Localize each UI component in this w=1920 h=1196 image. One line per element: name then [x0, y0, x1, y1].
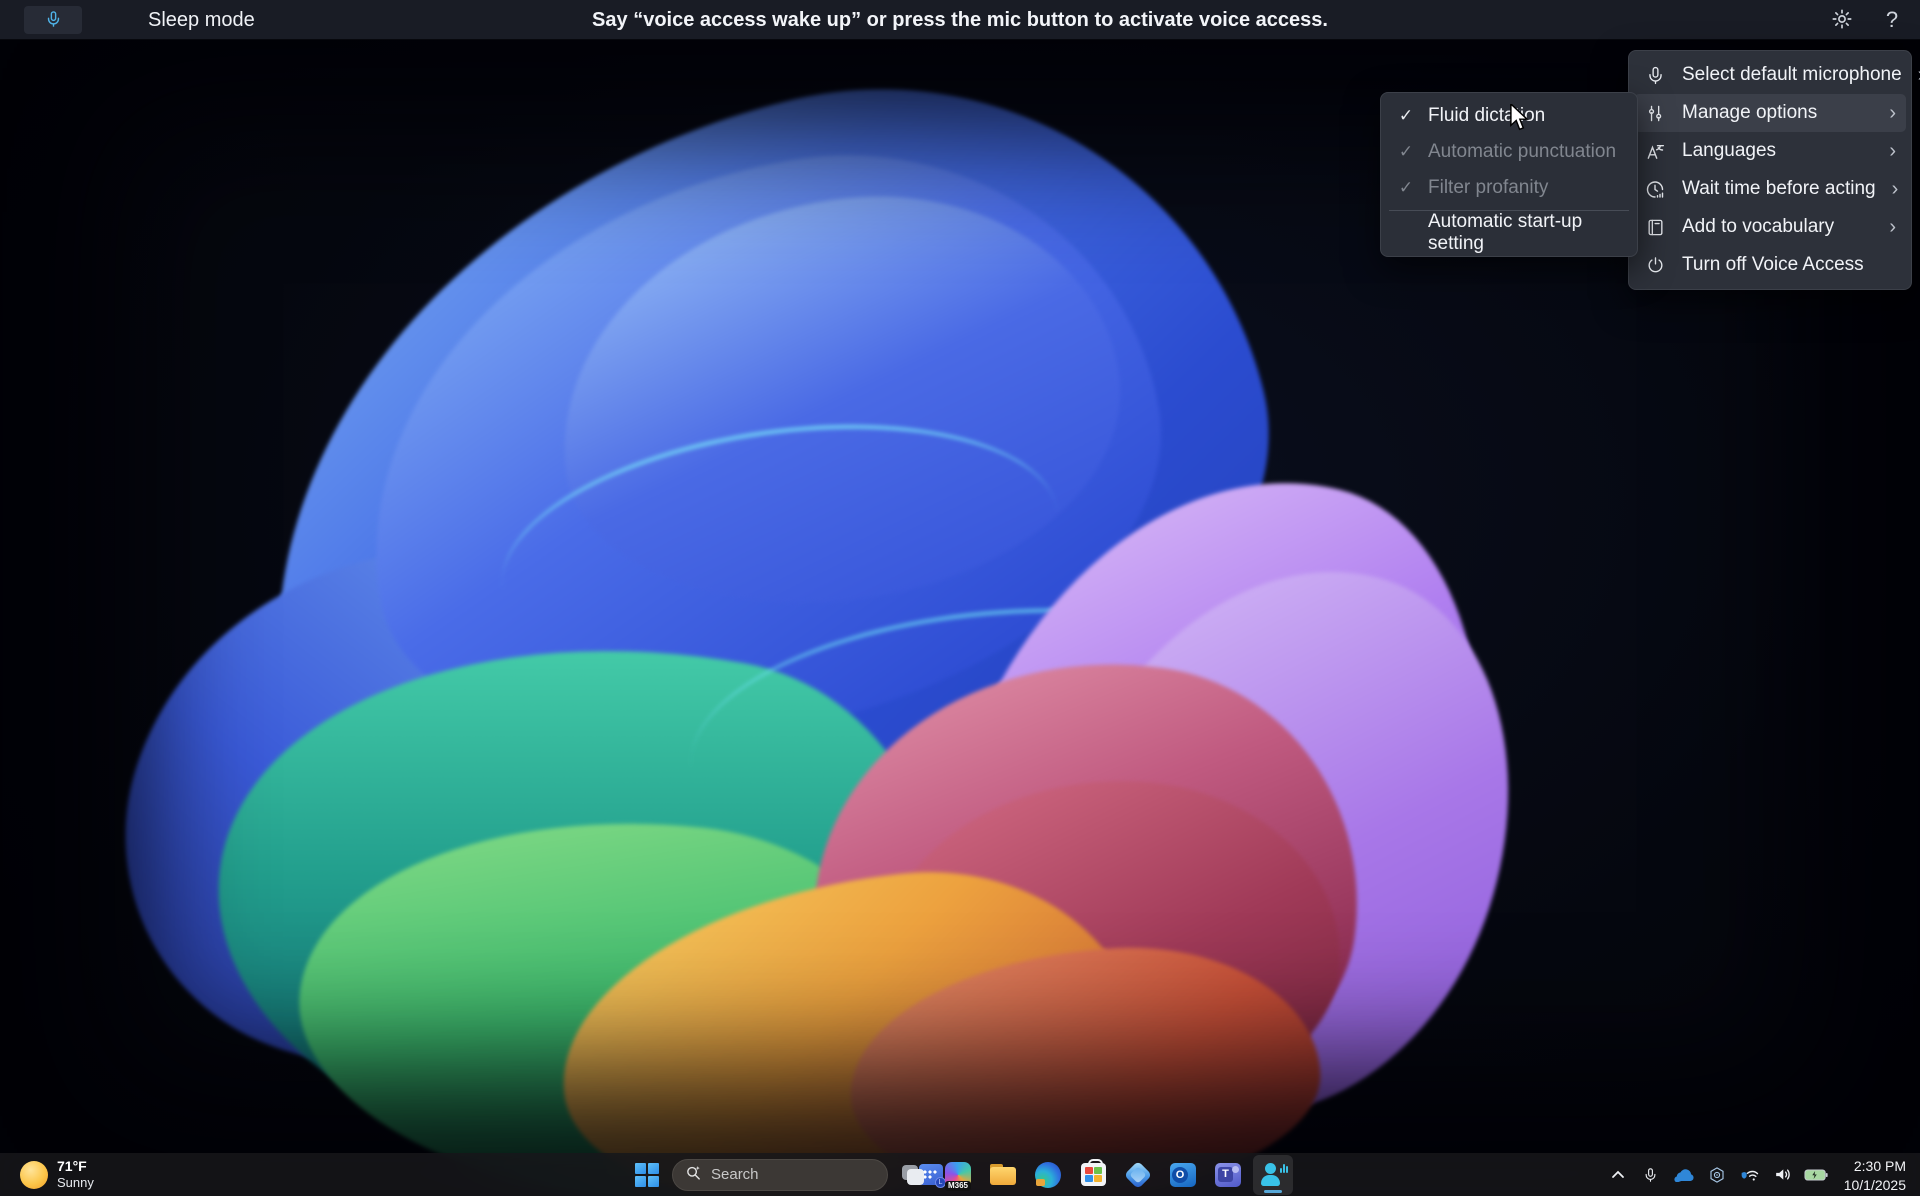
menu-item-label: Select default microphone: [1682, 64, 1902, 86]
search-icon: [685, 1164, 702, 1186]
chevron-right-icon: ›: [1889, 141, 1896, 161]
task-view-icon: [902, 1165, 924, 1185]
weather-temperature: 71°F: [57, 1158, 94, 1175]
tray-date: 10/1/2025: [1844, 1176, 1906, 1194]
book-icon: [1644, 217, 1666, 238]
search-input[interactable]: [711, 1166, 910, 1183]
weather-condition: Sunny: [57, 1175, 94, 1191]
menu-item-label: Turn off Voice Access: [1682, 254, 1896, 276]
microsoft-store-icon: [1081, 1163, 1106, 1186]
voice-access-person-icon: [1260, 1163, 1286, 1187]
voice-access-bar: Sleep mode Say “voice access wake up” or…: [0, 0, 1920, 40]
menu-item-label: Manage options: [1682, 102, 1873, 124]
file-explorer-button[interactable]: [983, 1155, 1023, 1195]
phone-link-button[interactable]: [1118, 1155, 1158, 1195]
wifi-security-icon[interactable]: [1737, 1160, 1763, 1190]
clock-widget[interactable]: 2:30 PM 10/1/2025: [1836, 1155, 1912, 1193]
tray-time: 2:30 PM: [1844, 1157, 1906, 1175]
weather-widget[interactable]: 71°F Sunny: [12, 1153, 102, 1196]
menu-item-wait-time-before-acting[interactable]: Wait time before acting ›: [1634, 170, 1906, 208]
checkmark-icon: ✓: [1394, 178, 1418, 198]
sound-waves-icon: [1280, 1163, 1288, 1173]
voice-access-hint-text: Say “voice access wake up” or press the …: [0, 0, 1920, 40]
microsoft-store-button[interactable]: [1073, 1155, 1113, 1195]
start-button[interactable]: [627, 1155, 667, 1195]
m365-copilot-button[interactable]: M365: [938, 1155, 978, 1195]
clock-icon: [1644, 179, 1666, 200]
outlook-button[interactable]: O: [1163, 1155, 1203, 1195]
checkmark-icon: ✓: [1394, 142, 1418, 162]
m365-copilot-icon: M365: [945, 1162, 971, 1188]
m365-badge: M365: [945, 1181, 971, 1191]
menu-item-label: Languages: [1682, 140, 1873, 162]
voice-access-settings-menu: Select default microphone › Manage optio…: [1628, 50, 1912, 290]
submenu-item-label: Automatic punctuation: [1428, 141, 1616, 163]
tools-icon: [1644, 103, 1666, 124]
active-app-indicator: [1264, 1190, 1282, 1193]
teams-button[interactable]: T: [1208, 1155, 1248, 1195]
hidden-icons-chevron-icon[interactable]: [1605, 1160, 1631, 1190]
menu-item-manage-options[interactable]: Manage options ›: [1634, 94, 1906, 132]
menu-item-label: Add to vocabulary: [1682, 216, 1873, 238]
windows-logo-icon: [635, 1163, 659, 1187]
taskbar-search-box[interactable]: L: [672, 1159, 888, 1191]
tray-microphone-icon[interactable]: [1638, 1160, 1664, 1190]
translate-icon: [1644, 141, 1666, 162]
battery-charging-icon[interactable]: [1803, 1160, 1829, 1190]
menu-item-select-default-microphone[interactable]: Select default microphone ›: [1634, 56, 1906, 94]
edge-icon: [1035, 1162, 1061, 1188]
microphone-icon: [1644, 65, 1666, 86]
submenu-item-automatic-punctuation[interactable]: ✓ Automatic punctuation: [1386, 134, 1632, 170]
file-explorer-icon: [990, 1164, 1016, 1185]
phone-link-icon: [1124, 1160, 1152, 1188]
volume-icon[interactable]: [1770, 1160, 1796, 1190]
submenu-item-filter-profanity[interactable]: ✓ Filter profanity: [1386, 170, 1632, 206]
teams-icon: T: [1215, 1163, 1241, 1187]
submenu-item-automatic-start-up-setting[interactable]: Automatic start-up setting: [1386, 215, 1632, 251]
task-view-button[interactable]: [893, 1155, 933, 1195]
chevron-right-icon: ›: [1889, 217, 1896, 237]
chevron-right-icon: ›: [1892, 179, 1899, 199]
onedrive-icon[interactable]: [1671, 1160, 1697, 1190]
gear-icon: [1831, 8, 1853, 33]
menu-item-add-to-vocabulary[interactable]: Add to vocabulary ›: [1634, 208, 1906, 246]
voice-access-app-button[interactable]: [1253, 1155, 1293, 1195]
mouse-cursor-icon: [1506, 104, 1532, 137]
power-icon: [1644, 255, 1666, 276]
edge-button[interactable]: [1028, 1155, 1068, 1195]
system-tray: 2:30 PM 10/1/2025: [1605, 1153, 1912, 1196]
teams-letter: T: [1218, 1167, 1233, 1182]
sun-icon: [20, 1161, 48, 1189]
menu-item-turn-off-voice-access[interactable]: Turn off Voice Access: [1634, 246, 1906, 284]
menu-item-languages[interactable]: Languages ›: [1634, 132, 1906, 170]
voice-access-bar-actions: ?: [1828, 0, 1906, 40]
checkmark-icon: ✓: [1394, 106, 1418, 126]
taskbar-center-group: L M365 O: [627, 1153, 1293, 1196]
menu-item-label: Wait time before acting: [1682, 178, 1876, 200]
outlook-letter: O: [1172, 1167, 1188, 1183]
desktop: Sleep mode Say “voice access wake up” or…: [0, 0, 1920, 1196]
help-icon[interactable]: ?: [1878, 6, 1906, 34]
studio-effects-icon[interactable]: [1704, 1160, 1730, 1190]
submenu-item-label: Automatic start-up setting: [1428, 211, 1624, 255]
taskbar: 71°F Sunny L: [0, 1153, 1920, 1196]
outlook-icon: O: [1170, 1163, 1196, 1187]
voice-access-settings-button[interactable]: [1828, 6, 1856, 34]
submenu-item-label: Filter profanity: [1428, 177, 1548, 199]
chevron-right-icon: ›: [1889, 103, 1896, 123]
